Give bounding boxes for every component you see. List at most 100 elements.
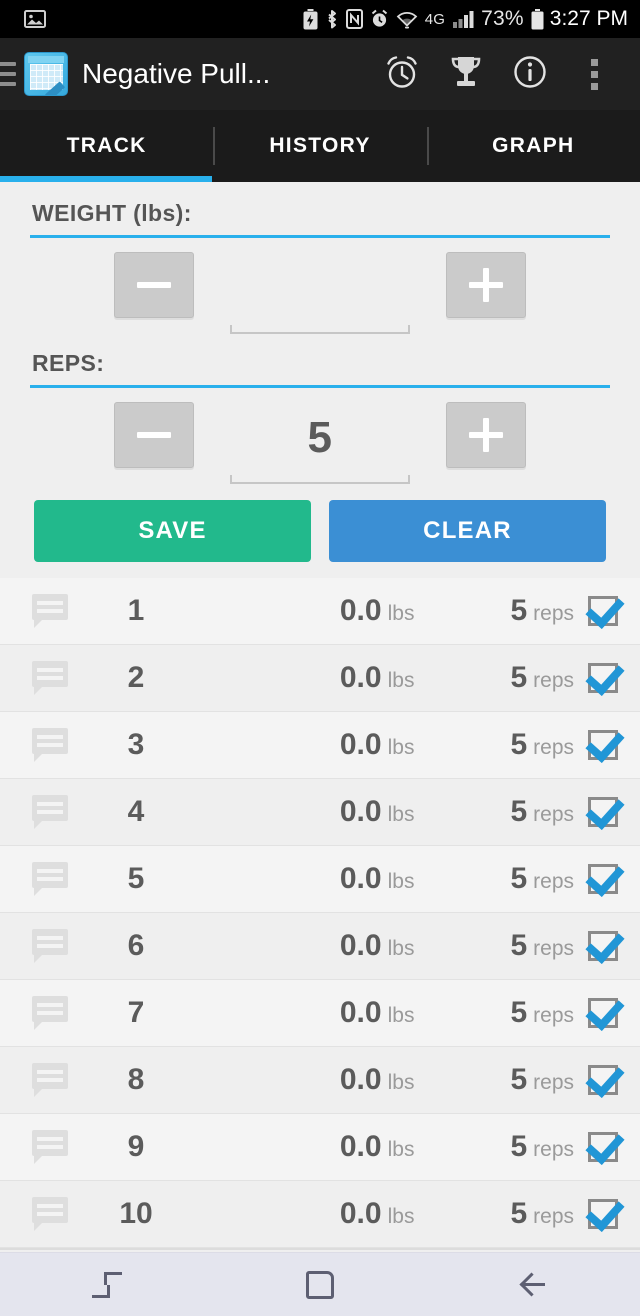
toolbar-actions <box>370 42 626 106</box>
set-weight-cell: 0.0 lbs <box>200 1063 510 1097</box>
status-bar-left <box>12 9 46 29</box>
comment-icon[interactable] <box>30 658 72 698</box>
comment-icon[interactable] <box>30 591 72 631</box>
comment-icon[interactable] <box>30 1060 72 1100</box>
hamburger-icon[interactable] <box>0 62 16 86</box>
reps-increment-button[interactable] <box>446 402 526 468</box>
set-reps-value: 5 <box>510 795 528 828</box>
table-row[interactable]: 10 0.0 lbs 5 reps <box>0 1181 640 1248</box>
home-button[interactable] <box>213 1253 426 1316</box>
comment-icon[interactable] <box>30 792 72 832</box>
weight-input[interactable] <box>230 252 410 324</box>
image-icon <box>24 9 46 29</box>
table-row[interactable]: 1 0.0 lbs 5 reps <box>0 578 640 645</box>
calendar-edit-icon <box>24 52 68 96</box>
android-nav-bar <box>0 1252 640 1316</box>
set-index: 3 <box>127 728 145 761</box>
table-row[interactable]: 3 0.0 lbs 5 reps <box>0 712 640 779</box>
table-row[interactable]: 8 0.0 lbs 5 reps <box>0 1047 640 1114</box>
table-row[interactable]: 4 0.0 lbs 5 reps <box>0 779 640 846</box>
reps-input[interactable]: 5 <box>230 402 410 474</box>
track-panel: WEIGHT (lbs): REPS: 5 SAVE CLEAR 1 0.0 l… <box>0 182 640 1250</box>
table-row[interactable]: 2 0.0 lbs 5 reps <box>0 645 640 712</box>
status-bar: 4G 73% 3:27 PM <box>0 0 640 38</box>
comment-icon[interactable] <box>30 725 72 765</box>
battery-saver-icon <box>303 8 318 30</box>
tab-history[interactable]: HISTORY <box>213 110 426 182</box>
set-reps-unit: reps <box>533 669 574 692</box>
comment-icon[interactable] <box>30 993 72 1033</box>
records-button[interactable] <box>434 42 498 106</box>
alarm-icon <box>370 9 389 29</box>
table-row[interactable]: 6 0.0 lbs 5 reps <box>0 913 640 980</box>
reps-decrement-button[interactable] <box>114 402 194 468</box>
weight-increment-button[interactable] <box>446 252 526 318</box>
set-done-checkbox[interactable] <box>588 1199 618 1229</box>
tab-history-label: HISTORY <box>269 134 371 157</box>
set-weight-unit: lbs <box>387 937 415 960</box>
set-reps-cell: 5 reps <box>510 929 574 963</box>
set-reps-unit: reps <box>533 937 574 960</box>
clear-button[interactable]: CLEAR <box>329 500 606 562</box>
comment-icon[interactable] <box>30 859 72 899</box>
nfc-icon <box>345 9 363 29</box>
weight-input-wrap <box>230 252 410 334</box>
set-weight-unit: lbs <box>387 1205 415 1228</box>
overflow-button[interactable] <box>562 42 626 106</box>
trophy-icon <box>448 53 484 96</box>
battery-percent-label: 73% <box>481 7 524 30</box>
set-reps-cell: 5 reps <box>510 1063 574 1097</box>
set-done-checkbox[interactable] <box>588 1132 618 1162</box>
set-weight-cell: 0.0 lbs <box>200 728 510 762</box>
set-done-checkbox[interactable] <box>588 931 618 961</box>
weight-label: WEIGHT (lbs): <box>32 200 192 226</box>
battery-icon <box>531 8 544 30</box>
set-done-checkbox[interactable] <box>588 596 618 626</box>
set-reps-cell: 5 reps <box>510 1130 574 1164</box>
set-weight-cell: 0.0 lbs <box>200 661 510 695</box>
tab-graph[interactable]: GRAPH <box>426 110 640 182</box>
weight-decrement-button[interactable] <box>114 252 194 318</box>
set-weight-unit: lbs <box>387 803 415 826</box>
set-done-checkbox[interactable] <box>588 730 618 760</box>
table-row[interactable]: 9 0.0 lbs 5 reps <box>0 1114 640 1181</box>
set-reps-value: 5 <box>510 1197 528 1230</box>
set-reps-unit: reps <box>533 1071 574 1094</box>
set-index: 4 <box>127 795 145 828</box>
set-reps-cell: 5 reps <box>510 862 574 896</box>
back-button[interactable] <box>427 1253 640 1316</box>
set-reps-unit: reps <box>533 736 574 759</box>
set-reps-cell: 5 reps <box>510 594 574 628</box>
set-weight-cell: 0.0 lbs <box>200 862 510 896</box>
set-weight-unit: lbs <box>387 669 415 692</box>
home-square-icon <box>305 1270 334 1299</box>
recents-button[interactable] <box>0 1253 213 1316</box>
set-weight-value: 0.0 <box>339 795 382 828</box>
comment-icon[interactable] <box>30 1127 72 1167</box>
set-reps-value: 5 <box>510 661 528 694</box>
set-reps-value: 5 <box>510 862 528 895</box>
table-row[interactable]: 5 0.0 lbs 5 reps <box>0 846 640 913</box>
save-button[interactable]: SAVE <box>34 500 311 562</box>
set-done-checkbox[interactable] <box>588 1065 618 1095</box>
set-weight-cell: 0.0 lbs <box>200 594 510 628</box>
reps-input-underline <box>230 475 410 484</box>
set-done-checkbox[interactable] <box>588 663 618 693</box>
table-row[interactable]: 7 0.0 lbs 5 reps <box>0 980 640 1047</box>
info-button[interactable] <box>498 42 562 106</box>
set-done-checkbox[interactable] <box>588 797 618 827</box>
set-reps-unit: reps <box>533 870 574 893</box>
wifi-icon <box>396 9 418 29</box>
recents-icon <box>91 1270 122 1300</box>
timer-button[interactable] <box>370 42 434 106</box>
set-done-checkbox[interactable] <box>588 864 618 894</box>
set-reps-unit: reps <box>533 602 574 625</box>
minus-icon <box>137 432 171 438</box>
set-done-checkbox[interactable] <box>588 998 618 1028</box>
set-list: 1 0.0 lbs 5 reps 2 0.0 lbs 5 reps 3 0.0 lbs 5 reps 4 0.0… <box>0 578 640 1248</box>
tab-track[interactable]: TRACK <box>0 110 213 182</box>
set-reps-unit: reps <box>533 1138 574 1161</box>
tab-graph-label: GRAPH <box>492 134 575 157</box>
comment-icon[interactable] <box>30 926 72 966</box>
comment-icon[interactable] <box>30 1194 72 1234</box>
